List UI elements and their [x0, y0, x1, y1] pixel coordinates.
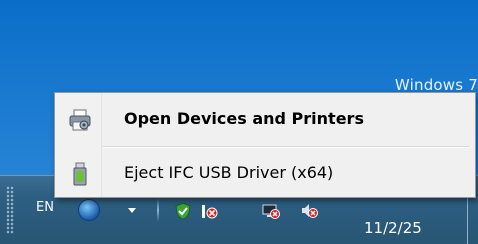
menu-item-label: Open Devices and Printers [124, 109, 364, 128]
network-disconnected-icon[interactable] [262, 202, 280, 220]
printer-icon [69, 109, 91, 131]
menu-item-label: Eject IFC USB Driver (x64) [124, 163, 334, 182]
tray-overflow-arrow-icon[interactable] [128, 208, 136, 213]
volume-muted-icon[interactable] [300, 202, 318, 220]
menu-separator [103, 146, 469, 148]
action-center-shield-icon[interactable] [174, 202, 192, 220]
menu-item-eject-usb-driver[interactable]: Eject IFC USB Driver (x64) [55, 149, 475, 199]
language-indicator[interactable]: EN [36, 200, 54, 215]
status-bars-icon[interactable] [200, 202, 218, 220]
menu-item-open-devices-and-printers[interactable]: Open Devices and Printers [55, 95, 475, 145]
globe-icon[interactable] [78, 199, 100, 221]
taskbar-grip[interactable] [6, 186, 14, 234]
tray-context-menu: Open Devices and Printers Eject IFC USB … [54, 92, 476, 198]
tray-separator [157, 198, 159, 222]
usb-drive-icon [73, 162, 87, 186]
clock-date[interactable]: 11/2/25 [364, 219, 422, 237]
